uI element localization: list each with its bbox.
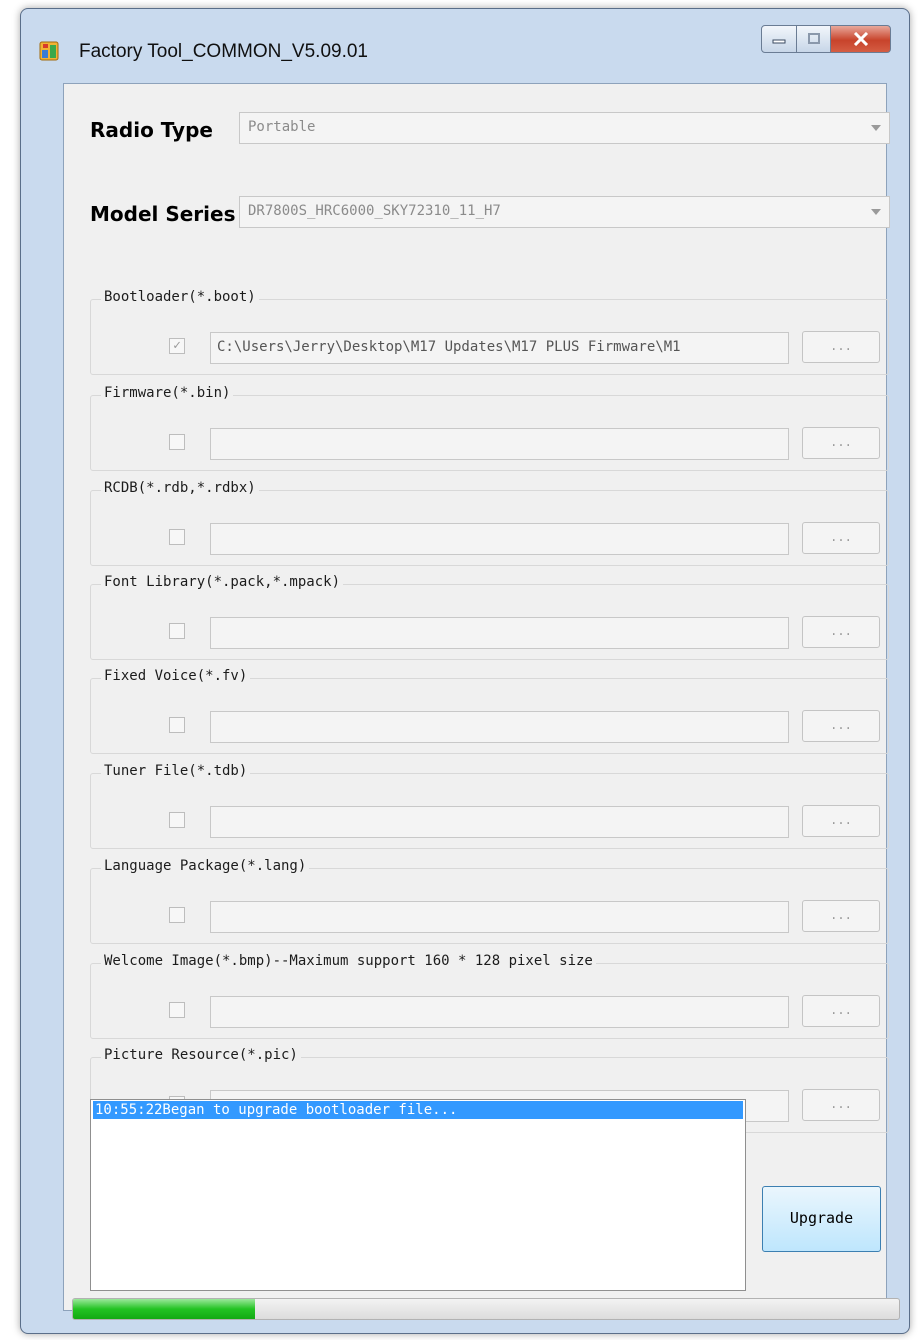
chevron-down-icon bbox=[871, 125, 881, 131]
upgrade-button[interactable]: Upgrade bbox=[762, 1186, 881, 1252]
picture-resource-browse-button[interactable]: ... bbox=[802, 1089, 880, 1121]
rcdb-checkbox[interactable] bbox=[169, 529, 185, 545]
font-library-path-field[interactable] bbox=[210, 617, 789, 649]
language-package-path-field[interactable] bbox=[210, 901, 789, 933]
close-icon bbox=[853, 32, 868, 46]
group-label: Welcome Image(*.bmp)--Maximum support 16… bbox=[101, 953, 596, 969]
minimize-button[interactable] bbox=[761, 25, 797, 53]
group-label: Language Package(*.lang) bbox=[101, 858, 310, 874]
group-label: RCDB(*.rdb,*.rdbx) bbox=[101, 480, 259, 496]
welcome-image-path-field[interactable] bbox=[210, 996, 789, 1028]
font-library-browse-button[interactable]: ... bbox=[802, 616, 880, 648]
window-title: Factory Tool_COMMON_V5.09.01 bbox=[79, 41, 368, 62]
title-bar[interactable]: Factory Tool_COMMON_V5.09.01 bbox=[21, 9, 909, 71]
fixed-voice-browse-button[interactable]: ... bbox=[802, 710, 880, 742]
chevron-down-icon bbox=[871, 209, 881, 215]
group-firmware: Firmware(*.bin) ... bbox=[90, 385, 889, 471]
app-icon bbox=[39, 41, 59, 61]
group-label: Picture Resource(*.pic) bbox=[101, 1047, 301, 1063]
fixed-voice-checkbox[interactable] bbox=[169, 717, 185, 733]
bootloader-checkbox[interactable]: ✓ bbox=[169, 338, 185, 354]
tuner-file-path-field[interactable] bbox=[210, 806, 789, 838]
bootloader-browse-button[interactable]: ... bbox=[802, 331, 880, 363]
firmware-checkbox[interactable] bbox=[169, 434, 185, 450]
group-label: Font Library(*.pack,*.mpack) bbox=[101, 574, 344, 590]
font-library-checkbox[interactable] bbox=[169, 623, 185, 639]
group-label: Firmware(*.bin) bbox=[101, 385, 234, 401]
progress-bar bbox=[72, 1298, 900, 1320]
model-series-select[interactable]: DR7800S_HRC6000_SKY72310_11_H7 bbox=[239, 196, 890, 228]
minimize-icon bbox=[772, 39, 786, 44]
welcome-image-checkbox[interactable] bbox=[169, 1002, 185, 1018]
close-button[interactable] bbox=[831, 25, 891, 53]
tuner-file-checkbox[interactable] bbox=[169, 812, 185, 828]
fixed-voice-path-field[interactable] bbox=[210, 711, 789, 743]
group-fixed-voice: Fixed Voice(*.fv) ... bbox=[90, 668, 889, 754]
maximize-button[interactable] bbox=[797, 25, 831, 53]
main-panel: Radio Type Portable Model Series DR7800S… bbox=[63, 83, 900, 1320]
log-list[interactable]: 10:55:22Began to upgrade bootloader file… bbox=[90, 1099, 746, 1291]
log-line[interactable]: 10:55:22Began to upgrade bootloader file… bbox=[93, 1101, 743, 1119]
welcome-image-browse-button[interactable]: ... bbox=[802, 995, 880, 1027]
caption-buttons bbox=[761, 25, 891, 55]
group-tuner-file: Tuner File(*.tdb) ... bbox=[90, 763, 889, 849]
group-label: Fixed Voice(*.fv) bbox=[101, 668, 251, 684]
group-language-package: Language Package(*.lang) ... bbox=[90, 858, 889, 944]
firmware-browse-button[interactable]: ... bbox=[802, 427, 880, 459]
model-series-value: DR7800S_HRC6000_SKY72310_11_H7 bbox=[248, 203, 501, 219]
app-window: Factory Tool_COMMON_V5.09.01 Radio Type … bbox=[20, 8, 910, 1334]
radio-type-value: Portable bbox=[248, 119, 316, 135]
group-font-library: Font Library(*.pack,*.mpack) ... bbox=[90, 574, 889, 660]
group-bootloader: Bootloader(*.boot) ✓ C:\Users\Jerry\Desk… bbox=[90, 289, 889, 375]
group-label: Tuner File(*.tdb) bbox=[101, 763, 251, 779]
bootloader-path-field[interactable]: C:\Users\Jerry\Desktop\M17 Updates\M17 P… bbox=[210, 332, 789, 364]
tuner-file-browse-button[interactable]: ... bbox=[802, 805, 880, 837]
rcdb-browse-button[interactable]: ... bbox=[802, 522, 880, 554]
group-label: Bootloader(*.boot) bbox=[101, 289, 259, 305]
radio-type-select[interactable]: Portable bbox=[239, 112, 890, 144]
group-welcome-image: Welcome Image(*.bmp)--Maximum support 16… bbox=[90, 953, 889, 1039]
radio-type-label: Radio Type bbox=[90, 118, 213, 142]
maximize-icon bbox=[807, 33, 820, 44]
model-series-label: Model Series bbox=[90, 202, 236, 226]
progress-fill bbox=[73, 1299, 255, 1319]
language-package-checkbox[interactable] bbox=[169, 907, 185, 923]
checkmark-icon: ✓ bbox=[173, 338, 181, 353]
language-package-browse-button[interactable]: ... bbox=[802, 900, 880, 932]
rcdb-path-field[interactable] bbox=[210, 523, 789, 555]
firmware-path-field[interactable] bbox=[210, 428, 789, 460]
group-rcdb: RCDB(*.rdb,*.rdbx) ... bbox=[90, 480, 889, 566]
